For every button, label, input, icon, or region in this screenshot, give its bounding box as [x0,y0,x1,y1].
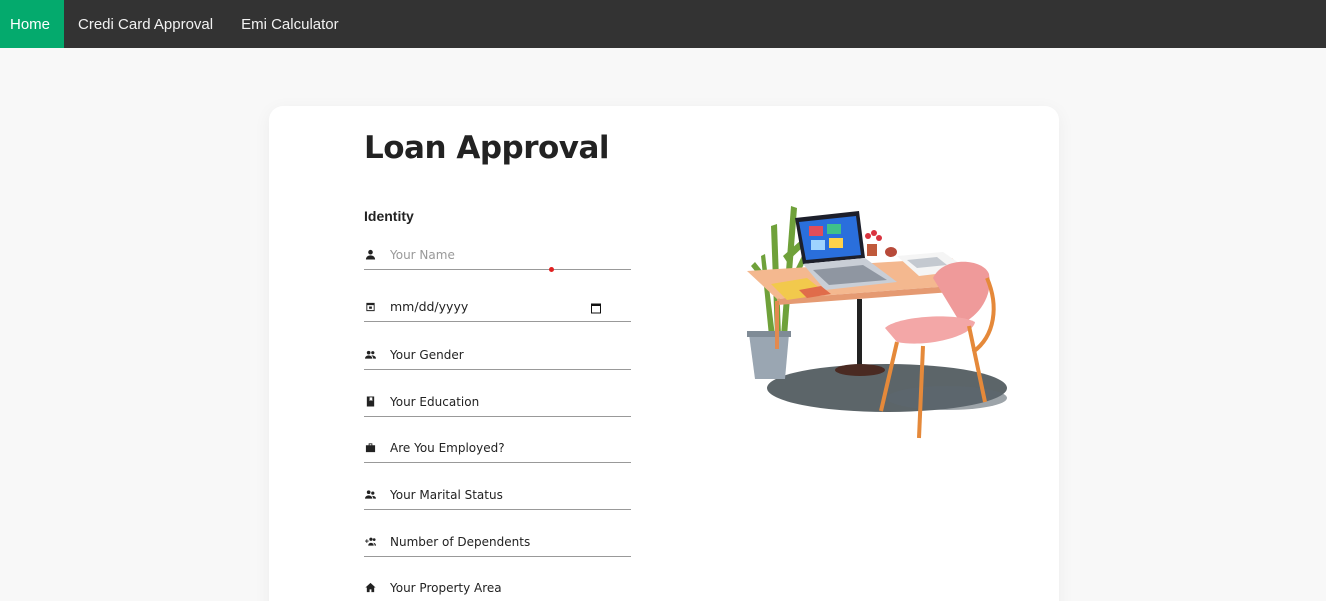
briefcase-icon [364,442,376,454]
dependents-select[interactable]: Number of Dependents [390,535,631,549]
desk-illustration [747,206,1007,439]
book-icon [364,396,376,408]
home-icon [364,582,376,594]
marital-select[interactable]: Your Marital Status [390,488,631,502]
employed-field[interactable]: Are You Employed? [364,433,631,463]
nav-credit-card-approval[interactable]: Credi Card Approval [64,0,227,48]
top-nav: Home Credi Card Approval Emi Calculator [0,0,1326,48]
nav-emi-calculator[interactable]: Emi Calculator [227,0,353,48]
people-icon [364,349,376,361]
gender-select[interactable]: Your Gender [390,348,631,362]
calendar-icon [364,301,376,313]
name-field [364,240,631,272]
couple-icon [364,489,376,501]
page-title: Loan Approval [364,130,610,166]
person-icon [364,249,376,261]
loan-form-card: Loan Approval Identity mm/dd/yyyy Your G… [269,106,1059,601]
dob-field[interactable]: mm/dd/yyyy [364,292,631,322]
education-select[interactable]: Your Education [390,395,631,409]
property-field[interactable]: Your Property Area [364,573,631,601]
gender-field[interactable]: Your Gender [364,340,631,370]
dob-input[interactable]: mm/dd/yyyy [390,299,590,314]
date-picker-icon[interactable] [590,301,602,313]
dependents-field[interactable]: Number of Dependents [364,527,631,557]
marital-field[interactable]: Your Marital Status [364,480,631,510]
name-input[interactable] [390,247,610,262]
group-add-icon [364,536,376,548]
section-label-identity: Identity [364,208,414,224]
property-select[interactable]: Your Property Area [390,581,631,595]
focus-indicator [549,267,554,272]
employed-select[interactable]: Are You Employed? [390,441,631,455]
education-field[interactable]: Your Education [364,387,631,417]
nav-home[interactable]: Home [0,0,65,48]
